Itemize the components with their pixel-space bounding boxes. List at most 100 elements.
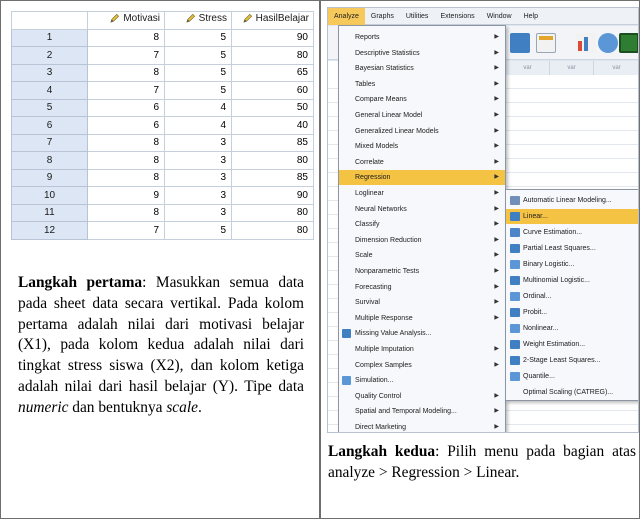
cell-motivasi[interactable]: 8 [87, 63, 165, 82]
cell-stress[interactable]: 3 [164, 151, 232, 170]
cell-stress[interactable]: 3 [164, 168, 232, 187]
cell-hasilbelajar[interactable]: 80 [231, 151, 314, 170]
submenu-item-curve-estimation[interactable]: Curve Estimation... [506, 225, 638, 240]
menu-extensions[interactable]: Extensions [434, 8, 480, 25]
submenu-item-ordinal[interactable]: Ordinal... [506, 289, 638, 304]
row-number[interactable]: 4 [11, 81, 88, 100]
menu-item-dimension-reduction[interactable]: Dimension Reduction ▶ [339, 233, 505, 248]
column-header-hasilbelajar[interactable]: HasilBelajar [231, 11, 314, 30]
menu-item-correlate[interactable]: Correlate ▶ [339, 155, 505, 170]
cell-motivasi[interactable]: 7 [87, 81, 165, 100]
row-number[interactable]: 2 [11, 46, 88, 65]
cell-hasilbelajar[interactable]: 90 [231, 28, 314, 47]
row-number[interactable]: 9 [11, 168, 88, 187]
cell-motivasi[interactable]: 7 [87, 221, 165, 240]
menu-item-missing-value-analysis[interactable]: Missing Value Analysis... [339, 326, 505, 341]
cell-motivasi[interactable]: 7 [87, 46, 165, 65]
menu-item-bayesian-statistics[interactable]: Bayesian Statistics ▶ [339, 61, 505, 76]
cell-stress[interactable]: 3 [164, 203, 232, 222]
cell-hasilbelajar[interactable]: 80 [231, 46, 314, 65]
menu-item-multiple-imputation[interactable]: Multiple Imputation ▶ [339, 342, 505, 357]
submenu-item-partial-least-squares[interactable]: Partial Least Squares... [506, 241, 638, 256]
cell-hasilbelajar[interactable]: 80 [231, 203, 314, 222]
menu-graphs[interactable]: Graphs [365, 8, 400, 25]
submenu-item-weight-estimation[interactable]: Weight Estimation... [506, 337, 638, 352]
row-number[interactable]: 11 [11, 203, 88, 222]
menu-window[interactable]: Window [481, 8, 518, 25]
menu-item-reports[interactable]: Reports ▶ [339, 30, 505, 45]
submenu-item-quantile[interactable]: Quantile... [506, 369, 638, 384]
submenu-item-binary-logistic[interactable]: Binary Logistic... [506, 257, 638, 272]
cell-hasilbelajar[interactable]: 90 [231, 186, 314, 205]
row-number[interactable]: 12 [11, 221, 88, 240]
column-header-motivasi[interactable]: Motivasi [87, 11, 165, 30]
menu-item-survival[interactable]: Survival ▶ [339, 295, 505, 310]
menu-item-direct-marketing[interactable]: Direct Marketing ▶ [339, 420, 505, 432]
cell-stress[interactable]: 4 [164, 116, 232, 135]
cell-motivasi[interactable]: 8 [87, 151, 165, 170]
row-number[interactable]: 1 [11, 28, 88, 47]
menu-item-descriptive-statistics[interactable]: Descriptive Statistics ▶ [339, 46, 505, 61]
cell-hasilbelajar[interactable]: 85 [231, 168, 314, 187]
cell-stress[interactable]: 5 [164, 221, 232, 240]
submenu-item-optimal-scaling-catreg[interactable]: Optimal Scaling (CATREG)... [506, 385, 638, 400]
menu-item-generalized-linear-models[interactable]: Generalized Linear Models ▶ [339, 124, 505, 139]
cell-motivasi[interactable]: 9 [87, 186, 165, 205]
menu-item-general-linear-model[interactable]: General Linear Model ▶ [339, 108, 505, 123]
cell-stress[interactable]: 5 [164, 81, 232, 100]
submenu-item-nonlinear[interactable]: Nonlinear... [506, 321, 638, 336]
menu-item-forecasting[interactable]: Forecasting ▶ [339, 280, 505, 295]
row-number[interactable]: 5 [11, 98, 88, 117]
cell-motivasi[interactable]: 6 [87, 116, 165, 135]
cell-motivasi[interactable]: 6 [87, 98, 165, 117]
cell-motivasi[interactable]: 8 [87, 203, 165, 222]
menu-item-classify[interactable]: Classify ▶ [339, 217, 505, 232]
menu-help[interactable]: Help [518, 8, 544, 25]
menu-item-quality-control[interactable]: Quality Control ▶ [339, 389, 505, 404]
cell-hasilbelajar[interactable]: 40 [231, 116, 314, 135]
menu-item-nonparametric-tests[interactable]: Nonparametric Tests ▶ [339, 264, 505, 279]
submenu-item-linear[interactable]: Linear... [506, 209, 638, 224]
menu-item-complex-samples[interactable]: Complex Samples ▶ [339, 358, 505, 373]
menu-item-spatial-and-temporal-modeling[interactable]: Spatial and Temporal Modeling... ▶ [339, 404, 505, 419]
row-number[interactable]: 8 [11, 151, 88, 170]
submenu-item-multinomial-logistic[interactable]: Multinomial Logistic... [506, 273, 638, 288]
cell-motivasi[interactable]: 8 [87, 168, 165, 187]
menu-item-loglinear[interactable]: Loglinear ▶ [339, 186, 505, 201]
cell-stress[interactable]: 5 [164, 63, 232, 82]
cell-hasilbelajar[interactable]: 85 [231, 133, 314, 152]
menu-item-multiple-response[interactable]: Multiple Response ▶ [339, 311, 505, 326]
row-number[interactable]: 3 [11, 63, 88, 82]
cell-motivasi[interactable]: 8 [87, 133, 165, 152]
row-number[interactable]: 6 [11, 116, 88, 135]
data-view-icon[interactable] [510, 33, 530, 53]
row-number[interactable]: 7 [11, 133, 88, 152]
menu-utilities[interactable]: Utilities [400, 8, 435, 25]
column-header-stress[interactable]: Stress [164, 11, 232, 30]
run-icon[interactable] [619, 33, 638, 53]
menu-analyze[interactable]: Analyze [328, 8, 365, 25]
menu-item-neural-networks[interactable]: Neural Networks ▶ [339, 202, 505, 217]
submenu-item-2-stage-least-squares[interactable]: 2-Stage Least Squares... [506, 353, 638, 368]
menu-item-tables[interactable]: Tables ▶ [339, 77, 505, 92]
cell-motivasi[interactable]: 8 [87, 28, 165, 47]
cell-hasilbelajar[interactable]: 80 [231, 221, 314, 240]
cell-stress[interactable]: 4 [164, 98, 232, 117]
cell-hasilbelajar[interactable]: 50 [231, 98, 314, 117]
chart-icon[interactable] [576, 33, 596, 53]
row-number[interactable]: 10 [11, 186, 88, 205]
cell-hasilbelajar[interactable]: 65 [231, 63, 314, 82]
cell-stress[interactable]: 5 [164, 46, 232, 65]
menu-item-simulation[interactable]: Simulation... [339, 373, 505, 388]
cell-hasilbelajar[interactable]: 60 [231, 81, 314, 100]
cell-stress[interactable]: 3 [164, 133, 232, 152]
submenu-item-automatic-linear-modeling[interactable]: Automatic Linear Modeling... [506, 193, 638, 208]
circle-icon[interactable] [598, 33, 618, 53]
table-icon[interactable] [536, 33, 556, 53]
cell-stress[interactable]: 3 [164, 186, 232, 205]
cell-stress[interactable]: 5 [164, 28, 232, 47]
menu-item-regression[interactable]: Regression ▶ [339, 170, 505, 186]
menu-item-compare-means[interactable]: Compare Means ▶ [339, 92, 505, 107]
submenu-item-probit[interactable]: Probit... [506, 305, 638, 320]
menu-item-scale[interactable]: Scale ▶ [339, 248, 505, 263]
